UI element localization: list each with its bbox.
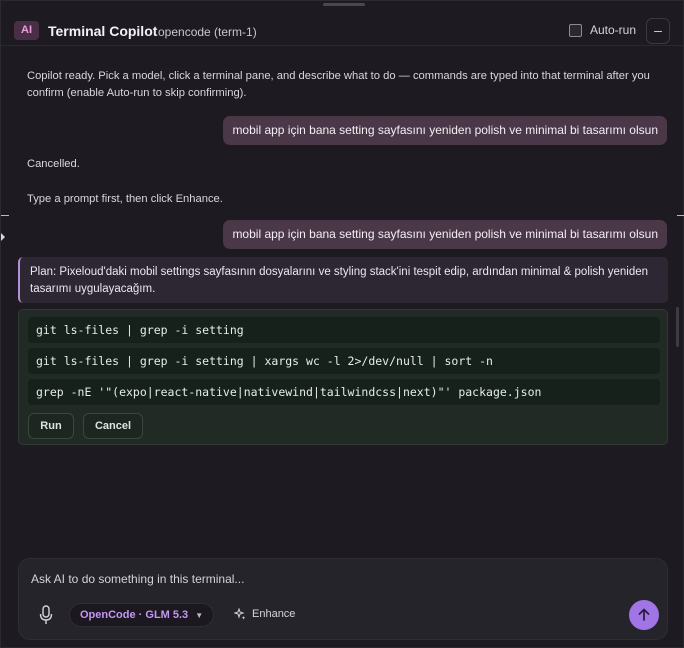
cancel-button[interactable]: Cancel [83,413,143,439]
prompt-composer: OpenCode · GLM 5.3 ▼ Enhance [18,558,668,640]
header-divider [1,45,684,46]
autorun-checkbox[interactable] [569,23,582,37]
scrollbar-thumb[interactable] [676,307,679,347]
terminal-copilot-panel: AI Terminal Copilot opencode (term-1) Au… [0,0,684,648]
command-line[interactable]: grep -nE '"(expo|react-native|nativewind… [28,379,660,405]
autorun-toggle[interactable]: Auto-run [569,23,636,37]
panel-subtitle: opencode (term-1) [158,25,257,39]
left-edge-line [1,215,9,216]
send-button[interactable] [629,600,659,630]
autorun-label: Auto-run [590,23,637,37]
sparkle-icon [234,608,246,620]
model-label: OpenCode · GLM 5.3 [80,609,189,621]
plan-message: Plan: Pixeloud'daki mobil settings sayfa… [18,257,668,303]
right-edge-line [677,215,684,216]
run-button[interactable]: Run [28,413,74,439]
prompt-input[interactable] [31,572,631,586]
caret-right-icon [1,233,5,241]
enhance-button[interactable]: Enhance [234,608,295,620]
arrow-up-icon [638,608,650,621]
command-line[interactable]: git ls-files | grep -i setting | xargs w… [28,348,660,374]
microphone-icon[interactable] [39,605,53,625]
enhance-label: Enhance [252,608,296,620]
model-selector[interactable]: OpenCode · GLM 5.3 ▼ [69,603,215,627]
hint-message: Type a prompt first, then click Enhance. [27,193,223,205]
ai-badge: AI [14,21,39,40]
cancelled-message: Cancelled. [27,158,80,170]
command-line[interactable]: git ls-files | grep -i setting [28,317,660,343]
chevron-down-icon: ▼ [195,610,204,620]
user-message: mobil app için bana setting sayfasını ye… [223,116,667,145]
drag-handle[interactable] [323,3,365,6]
panel-header: AI Terminal Copilot opencode (term-1) Au… [1,9,684,53]
command-proposal: git ls-files | grep -i setting git ls-fi… [18,309,668,445]
intro-message: Copilot ready. Pick a model, click a ter… [27,70,650,99]
user-message: mobil app için bana setting sayfasını ye… [223,220,667,249]
collapse-button[interactable]: – [646,18,670,44]
panel-title: Terminal Copilot [48,23,158,39]
